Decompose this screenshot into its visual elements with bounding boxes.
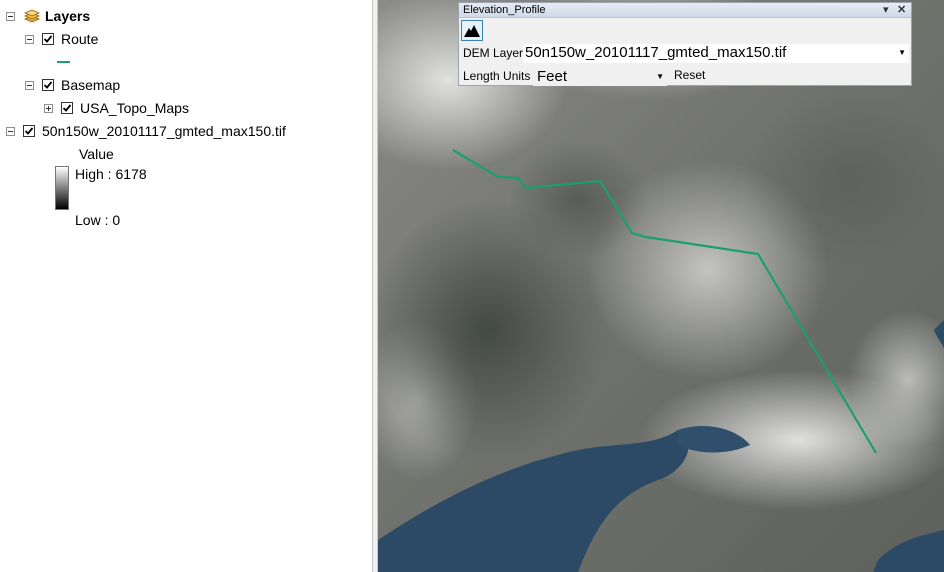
topo-visibility-checkbox[interactable] — [61, 102, 73, 114]
length-units-label: Length Units — [463, 69, 531, 83]
layer-topo-label: USA_Topo_Maps — [80, 100, 189, 116]
toc-root-label: Layers — [45, 8, 91, 24]
checkmark-icon — [43, 35, 53, 43]
elevation-profile-window: Elevation_Profile ▾ ✕ DEM Layer 50n150w_… — [458, 2, 912, 86]
legend-low-label: Low : 0 — [75, 212, 121, 228]
dem-visibility-checkbox[interactable] — [23, 125, 35, 137]
chevron-down-icon[interactable]: ▼ — [656, 72, 664, 81]
collapse-icon[interactable] — [6, 11, 15, 21]
basemap-visibility-checkbox[interactable] — [42, 79, 54, 91]
elevation-color-ramp — [55, 166, 69, 210]
checkmark-icon — [62, 104, 72, 112]
reset-button[interactable]: Reset — [671, 67, 708, 83]
window-title-bar[interactable]: Elevation_Profile ▾ ✕ — [459, 3, 911, 18]
route-visibility-checkbox[interactable] — [42, 33, 54, 45]
layer-dem-row[interactable]: 50n150w_20101117_gmted_max150.tif — [6, 121, 286, 141]
layer-route-label: Route — [61, 31, 99, 47]
layer-basemap-row[interactable]: Basemap — [25, 75, 120, 95]
profile-tool-button[interactable] — [461, 20, 483, 41]
checkmark-icon — [43, 81, 53, 89]
layer-basemap-label: Basemap — [61, 77, 121, 93]
expand-icon[interactable] — [44, 103, 53, 113]
chevron-down-icon[interactable]: ▼ — [898, 48, 906, 57]
toc-root-row[interactable]: Layers — [6, 6, 90, 26]
collapse-icon[interactable] — [6, 126, 15, 136]
length-units-dropdown[interactable]: Feet ▼ — [533, 68, 667, 86]
layers-icon — [23, 9, 41, 23]
close-icon[interactable]: ✕ — [897, 3, 906, 17]
collapse-icon[interactable] — [25, 80, 34, 90]
layer-route-row[interactable]: Route — [25, 29, 98, 49]
route-line-symbol — [57, 61, 70, 63]
table-of-contents: Layers Route Basemap USA_Topo_Maps 50n15… — [0, 0, 372, 572]
collapse-icon[interactable] — [25, 34, 34, 44]
window-title: Elevation_Profile — [463, 4, 546, 16]
layer-dem-label: 50n150w_20101117_gmted_max150.tif — [42, 123, 286, 139]
legend-title: Value — [79, 146, 114, 162]
dropdown-arrow-icon[interactable]: ▾ — [883, 3, 889, 17]
dem-layer-value: 50n150w_20101117_gmted_max150.tif — [525, 44, 787, 61]
layer-topo-row[interactable]: USA_Topo_Maps — [44, 98, 189, 118]
dem-layer-label: DEM Layer — [463, 46, 524, 60]
legend-high-label: High : 6178 — [75, 166, 147, 182]
length-units-value: Feet — [537, 68, 568, 85]
checkmark-icon — [24, 127, 34, 135]
mountain-profile-icon — [464, 25, 480, 37]
dem-layer-dropdown[interactable]: 50n150w_20101117_gmted_max150.tif ▼ — [523, 44, 909, 63]
